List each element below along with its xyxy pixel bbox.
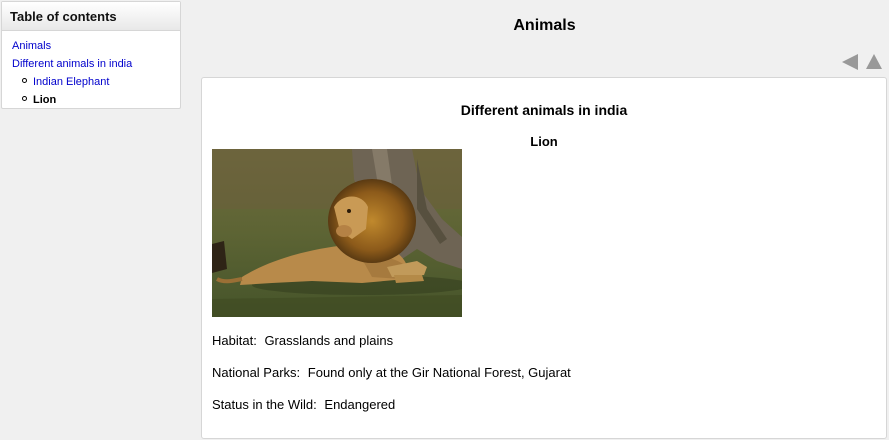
table-of-contents: Table of contents Animals Different anim… [1, 1, 181, 109]
lion-photo-graphic [212, 149, 462, 317]
section-title: Different animals in india [460, 102, 628, 118]
toc-link-different-animals[interactable]: Different animals in india [12, 58, 132, 70]
toc-current-lion: Lion [33, 94, 57, 106]
up-level-icon[interactable] [866, 54, 882, 69]
toc-link-indian-elephant[interactable]: Indian Elephant [33, 76, 109, 88]
bullet-icon [22, 78, 27, 83]
toc-subitem-lion: Lion [12, 91, 180, 109]
toc-list: Animals Different animals in india India… [2, 31, 180, 109]
page: Table of contents Animals Different anim… [0, 0, 889, 440]
fact-value: Grasslands and plains [264, 333, 394, 348]
fact-habitat: Habitat: Grasslands and plains [212, 333, 393, 348]
lion-photo [212, 149, 462, 317]
fact-label: Habitat: [212, 333, 257, 348]
fact-label: Status in the Wild: [212, 397, 317, 412]
page-title: Animals [513, 17, 576, 34]
bullet-icon [22, 96, 27, 101]
animal-title: Lion [530, 134, 558, 149]
toc-subitem-indian-elephant: Indian Elephant [12, 73, 180, 91]
content-card: Different animals in india Lion Habitat:… [201, 77, 887, 439]
toc-title: Table of contents [2, 2, 180, 31]
fact-label: National Parks: [212, 365, 301, 380]
previous-page-icon[interactable] [842, 54, 858, 70]
fact-value: Found only at the Gir National Forest, G… [307, 365, 571, 380]
fact-value: Endangered [324, 397, 396, 412]
toc-item-animals: Animals [12, 37, 180, 55]
toc-item-different-animals: Different animals in india [12, 55, 180, 73]
fact-status-in-the-wild: Status in the Wild: Endangered [212, 397, 395, 412]
fact-national-parks: National Parks: Found only at the Gir Na… [212, 365, 571, 380]
navigation-arrows [842, 54, 884, 70]
toc-link-animals[interactable]: Animals [12, 40, 51, 52]
